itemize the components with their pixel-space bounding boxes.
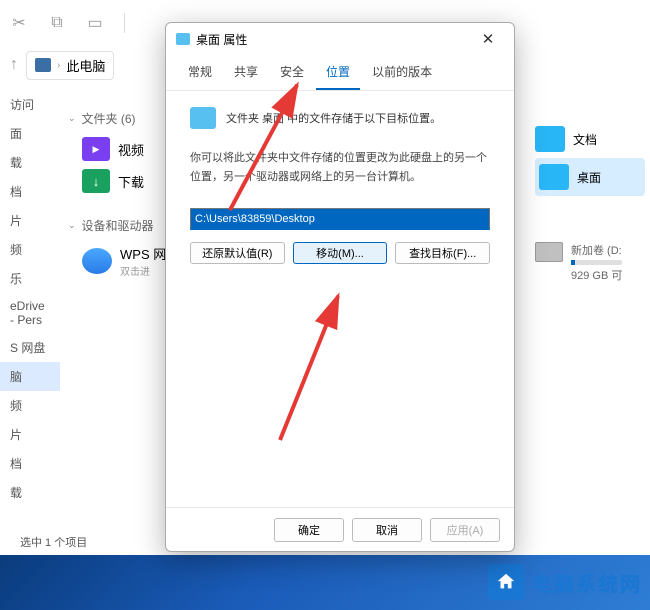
sidebar-item[interactable]: 载 [0, 148, 60, 177]
divider [124, 13, 125, 33]
watermark-logo-icon [488, 564, 524, 600]
nav-sidebar[interactable]: 访问 面 载 档 片 频 乐 eDrive - Pers S 网盘 脑 频 片 … [0, 90, 60, 510]
folder-desktop-selected[interactable]: 桌面 [535, 158, 645, 196]
properties-dialog: 桌面 属性 ✕ 常规 共享 安全 位置 以前的版本 文件夹 桌面 中的文件存储于… [165, 22, 515, 552]
status-text: 选中 1 个项目 [20, 537, 87, 549]
sidebar-item[interactable]: eDrive - Pers [0, 293, 60, 333]
video-folder-icon: ▶ [82, 137, 110, 161]
sidebar-item[interactable]: 档 [0, 177, 60, 206]
scissors-icon[interactable]: ✂ [10, 14, 28, 32]
watermark-text: 电脑系统网 [532, 568, 642, 597]
folder-label: 视频 [118, 140, 144, 159]
path-input[interactable] [190, 208, 490, 230]
paste-icon[interactable]: ▭ [86, 14, 104, 32]
folder-icon [190, 107, 216, 129]
sidebar-item[interactable]: 档 [0, 449, 60, 478]
apply-button[interactable]: 应用(A) [430, 518, 500, 542]
body-desc2: 你可以将此文件夹中文件存储的位置更改为此硬盘上的另一个位置，另一个驱动器或网络上… [190, 149, 490, 186]
folder-icon [176, 33, 190, 45]
sidebar-item[interactable]: 频 [0, 391, 60, 420]
folder-icon [539, 164, 569, 190]
folder-label: 下载 [118, 172, 144, 191]
tab-general[interactable]: 常规 [178, 55, 222, 90]
ok-button[interactable]: 确定 [274, 518, 344, 542]
body-desc1: 文件夹 桌面 中的文件存储于以下目标位置。 [226, 110, 441, 126]
sidebar-item[interactable]: S 网盘 [0, 333, 60, 362]
section-label: 文件夹 (6) [82, 110, 136, 127]
dialog-title: 桌面 属性 [196, 31, 247, 48]
copy-icon[interactable]: ⧉ [48, 14, 66, 32]
sidebar-item[interactable]: 频 [0, 235, 60, 264]
device-label: WPS 网 [120, 244, 166, 263]
folder-label: 桌面 [577, 169, 601, 186]
drive-label: 新加卷 (D: [571, 242, 622, 258]
cloud-icon [82, 248, 112, 274]
tab-location[interactable]: 位置 [316, 55, 360, 90]
up-icon[interactable]: ↑ [10, 56, 18, 74]
restore-default-button[interactable]: 还原默认值(R) [190, 242, 285, 264]
move-button[interactable]: 移动(M)... [293, 242, 388, 264]
cancel-button[interactable]: 取消 [352, 518, 422, 542]
tab-security[interactable]: 安全 [270, 55, 314, 90]
address-bar[interactable]: › 此电脑 [26, 51, 114, 80]
download-folder-icon: ↓ [82, 169, 110, 193]
sidebar-item[interactable]: 乐 [0, 264, 60, 293]
dialog-footer: 确定 取消 应用(A) [166, 507, 514, 551]
dialog-body: 文件夹 桌面 中的文件存储于以下目标位置。 你可以将此文件夹中文件存储的位置更改… [166, 91, 514, 507]
drive-d[interactable]: 新加卷 (D: 929 GB 可 [535, 236, 645, 289]
sidebar-item-selected[interactable]: 脑 [0, 362, 60, 391]
folder-label: 文档 [573, 131, 597, 148]
right-column: 文档 桌面 新加卷 (D: 929 GB 可 [535, 120, 645, 289]
watermark: 电脑系统网 [488, 564, 642, 600]
sidebar-item[interactable]: 载 [0, 478, 60, 507]
chevron-down-icon: ⌄ [68, 113, 76, 124]
dialog-titlebar[interactable]: 桌面 属性 ✕ [166, 23, 514, 55]
folder-icon [535, 126, 565, 152]
pc-icon [35, 58, 51, 72]
device-sublabel: 双击进 [120, 263, 166, 278]
drive-free: 929 GB 可 [571, 267, 622, 283]
sidebar-item[interactable]: 片 [0, 206, 60, 235]
tab-previous[interactable]: 以前的版本 [362, 55, 442, 90]
tab-sharing[interactable]: 共享 [224, 55, 268, 90]
folder-documents[interactable]: 文档 [535, 120, 645, 158]
tab-bar: 常规 共享 安全 位置 以前的版本 [166, 55, 514, 91]
find-target-button[interactable]: 查找目标(F)... [395, 242, 490, 264]
close-button[interactable]: ✕ [472, 30, 504, 48]
sidebar-item[interactable]: 访问 [0, 90, 60, 119]
address-text: 此电脑 [66, 56, 105, 75]
sidebar-item[interactable]: 面 [0, 119, 60, 148]
sidebar-item[interactable]: 片 [0, 420, 60, 449]
chevron-right-icon: › [57, 60, 60, 71]
drive-icon [535, 242, 563, 262]
section-label: 设备和驱动器 [82, 217, 154, 234]
chevron-down-icon: ⌄ [68, 220, 76, 231]
